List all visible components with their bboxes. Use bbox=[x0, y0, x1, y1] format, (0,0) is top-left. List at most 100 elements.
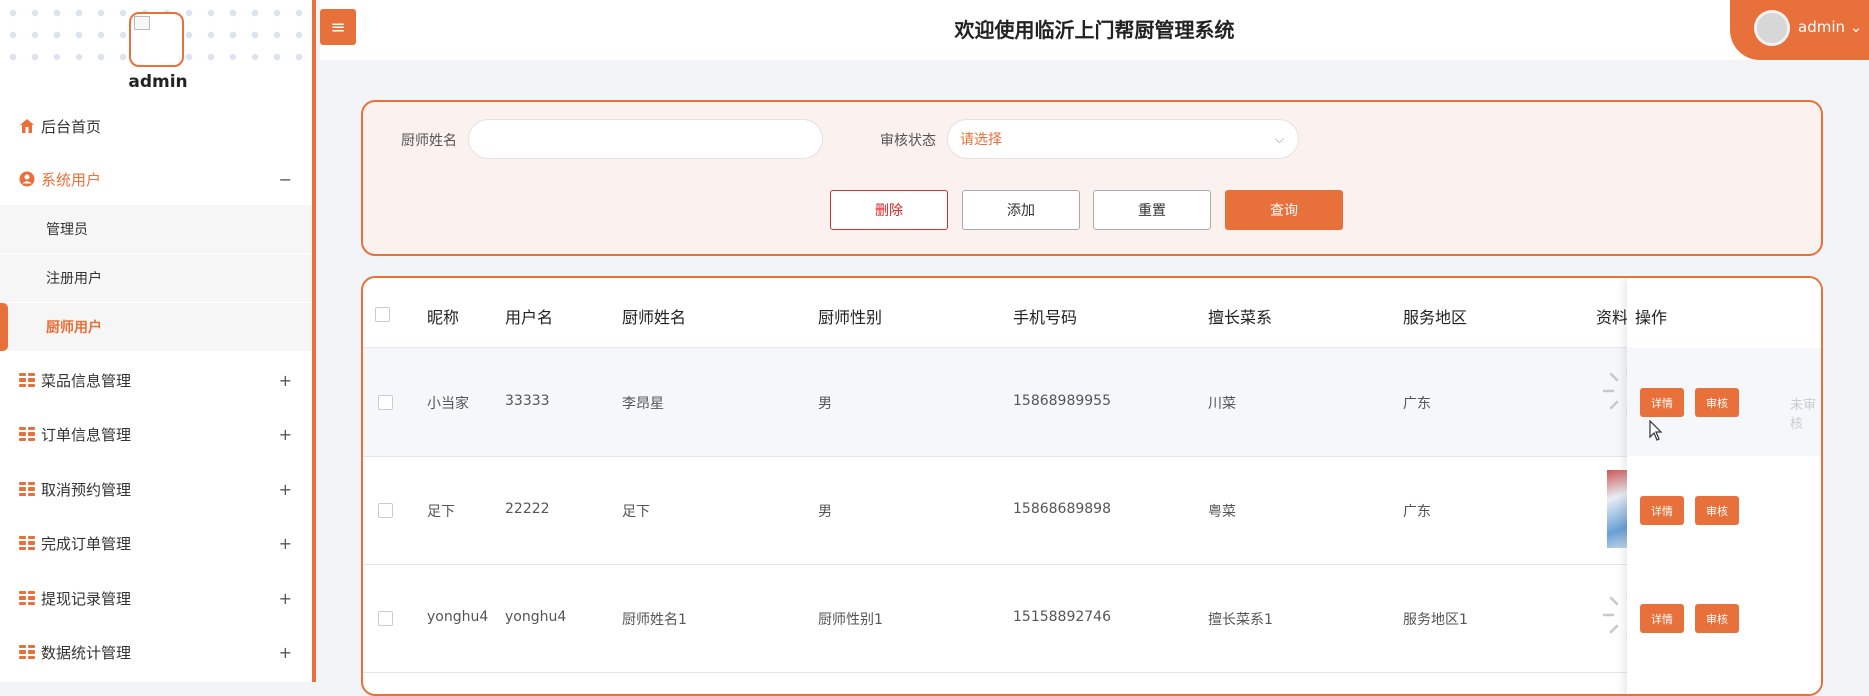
sidebar-item-home[interactable]: 后台首页 bbox=[0, 101, 312, 151]
sidebar-subitem-label: 注册用户 bbox=[46, 271, 102, 287]
expand-icon[interactable]: + bbox=[279, 589, 292, 608]
cell-region: 广东 bbox=[1403, 504, 1431, 520]
cell-username: 22222 bbox=[505, 501, 550, 517]
cell-region: 广东 bbox=[1403, 396, 1431, 412]
profile-thumbnail[interactable] bbox=[1607, 470, 1629, 548]
sidebar-item-statistics[interactable]: 数据统计管理 + bbox=[0, 627, 312, 677]
column-header-profile: 资料 bbox=[1596, 308, 1629, 327]
collapse-icon[interactable]: − bbox=[279, 170, 292, 189]
column-header-username: 用户名 bbox=[505, 308, 554, 327]
cell-username: yonghu4 bbox=[505, 609, 567, 625]
chevron-down-icon: ⌄ bbox=[1849, 18, 1863, 36]
sidebar-item-label: 菜品信息管理 bbox=[41, 371, 132, 390]
review-status-select[interactable]: 请选择 ⌵ bbox=[947, 119, 1299, 159]
cell-cuisine: 擅长菜系1 bbox=[1208, 612, 1273, 628]
broken-image-icon bbox=[134, 16, 150, 30]
sidebar-subitem-registered-users[interactable]: 注册用户 bbox=[0, 254, 312, 302]
sidebar-item-completed-orders[interactable]: 完成订单管理 + bbox=[0, 518, 312, 568]
user-name: admin bbox=[1798, 18, 1845, 36]
sidebar-subitem-chef-users[interactable]: 厨师用户 bbox=[0, 303, 312, 351]
chef-name-label: 厨师姓名 bbox=[401, 133, 457, 149]
sidebar-item-dish-info[interactable]: 菜品信息管理 + bbox=[0, 355, 312, 405]
column-header-gender: 厨师性别 bbox=[818, 308, 883, 327]
avatar[interactable] bbox=[129, 12, 184, 67]
review-status-placeholder: 请选择 bbox=[960, 132, 1002, 148]
row-checkbox[interactable] bbox=[378, 395, 393, 410]
grid-icon bbox=[19, 427, 35, 441]
delete-button[interactable]: 删除 bbox=[830, 190, 948, 230]
sidebar-item-label: 完成订单管理 bbox=[41, 534, 132, 553]
user-circle-icon bbox=[19, 171, 35, 187]
search-panel: 厨师姓名 审核状态 请选择 ⌵ 删除 添加 重置 查询 bbox=[361, 100, 1823, 256]
sidebar-item-label: 系统用户 bbox=[41, 170, 102, 189]
cell-phone: 15868989955 bbox=[1013, 393, 1111, 409]
sidebar-username: admin bbox=[128, 72, 188, 92]
active-indicator bbox=[0, 303, 8, 351]
cell-nickname: 足下 bbox=[427, 504, 455, 520]
data-table: 昵称 用户名 厨师姓名 厨师性别 手机号码 擅长菜系 服务地区 资料 小当家 3… bbox=[361, 276, 1823, 696]
column-header-phone: 手机号码 bbox=[1013, 308, 1078, 327]
sidebar-item-order-info[interactable]: 订单信息管理 + bbox=[0, 409, 312, 459]
page-title: 欢迎使用临沂上门帮厨管理系统 bbox=[954, 18, 1235, 42]
cell-gender: 厨师性别1 bbox=[818, 612, 883, 628]
expand-icon[interactable]: + bbox=[279, 371, 292, 390]
sidebar-subitem-admin[interactable]: 管理员 bbox=[0, 205, 312, 253]
row-checkbox[interactable] bbox=[378, 503, 393, 518]
expand-icon[interactable]: + bbox=[279, 480, 292, 499]
review-button[interactable]: 审核 bbox=[1695, 496, 1739, 525]
select-all-checkbox[interactable] bbox=[375, 307, 390, 322]
row-divider bbox=[363, 672, 1821, 673]
cell-nickname: 小当家 bbox=[427, 396, 469, 412]
detail-button[interactable]: 详情 bbox=[1640, 496, 1684, 525]
detail-button[interactable]: 详情 bbox=[1640, 388, 1684, 417]
row-checkbox[interactable] bbox=[378, 611, 393, 626]
query-button[interactable]: 查询 bbox=[1225, 190, 1343, 230]
sidebar-item-cancel-booking[interactable]: 取消预约管理 + bbox=[0, 464, 312, 514]
review-status-text: 未审核 bbox=[1790, 398, 1817, 432]
add-button[interactable]: 添加 bbox=[962, 190, 1080, 230]
review-button[interactable]: 审核 bbox=[1695, 604, 1739, 633]
cell-cuisine: 粤菜 bbox=[1208, 504, 1236, 520]
home-icon bbox=[20, 119, 34, 133]
column-header-cuisine: 擅长菜系 bbox=[1208, 308, 1273, 327]
cell-cuisine: 川菜 bbox=[1208, 396, 1236, 412]
mouse-cursor-icon bbox=[1649, 420, 1663, 441]
cell-chef-name: 厨师姓名1 bbox=[622, 612, 687, 628]
sidebar-subitem-label: 厨师用户 bbox=[46, 320, 102, 336]
detail-button[interactable]: 详情 bbox=[1640, 604, 1684, 633]
review-status-label: 审核状态 bbox=[880, 133, 936, 149]
user-avatar[interactable] bbox=[1754, 10, 1790, 46]
expand-icon[interactable]: + bbox=[279, 643, 292, 662]
row-divider bbox=[363, 564, 1821, 565]
sidebar-item-system-users[interactable]: 系统用户 − bbox=[0, 154, 312, 204]
cell-region: 服务地区1 bbox=[1403, 612, 1468, 628]
grid-icon bbox=[19, 373, 35, 387]
cell-phone: 15158892746 bbox=[1013, 609, 1111, 625]
cell-username: 33333 bbox=[505, 393, 550, 409]
column-header-chef-name: 厨师姓名 bbox=[622, 308, 687, 327]
cell-phone: 15868689898 bbox=[1013, 501, 1111, 517]
sidebar: admin 后台首页 系统用户 − 管理员 注册用户 厨师用户 菜品信息管理 +… bbox=[0, 0, 316, 682]
row-divider bbox=[363, 456, 1821, 457]
expand-icon[interactable]: + bbox=[279, 425, 292, 444]
sidebar-item-label: 后台首页 bbox=[41, 117, 102, 136]
grid-icon bbox=[19, 536, 35, 550]
chef-name-input[interactable] bbox=[468, 119, 823, 159]
cell-gender: 男 bbox=[818, 396, 832, 412]
cell-chef-name: 李昂星 bbox=[622, 396, 664, 412]
reset-button[interactable]: 重置 bbox=[1093, 190, 1211, 230]
sidebar-item-label: 数据统计管理 bbox=[41, 643, 132, 662]
operations-column bbox=[1627, 278, 1821, 694]
column-header-region: 服务地区 bbox=[1403, 308, 1468, 327]
grid-icon bbox=[19, 591, 35, 605]
sidebar-item-label: 订单信息管理 bbox=[41, 425, 132, 444]
review-button[interactable]: 审核 bbox=[1695, 388, 1739, 417]
expand-icon[interactable]: + bbox=[279, 534, 292, 553]
grid-icon bbox=[19, 482, 35, 496]
sidebar-item-label: 提现记录管理 bbox=[41, 589, 132, 608]
sidebar-item-label: 取消预约管理 bbox=[41, 480, 132, 499]
sidebar-subitem-label: 管理员 bbox=[46, 222, 88, 238]
sidebar-item-withdrawals[interactable]: 提现记录管理 + bbox=[0, 573, 312, 623]
grid-icon bbox=[19, 645, 35, 659]
user-menu-label[interactable]: admin ⌄ bbox=[1798, 18, 1862, 36]
